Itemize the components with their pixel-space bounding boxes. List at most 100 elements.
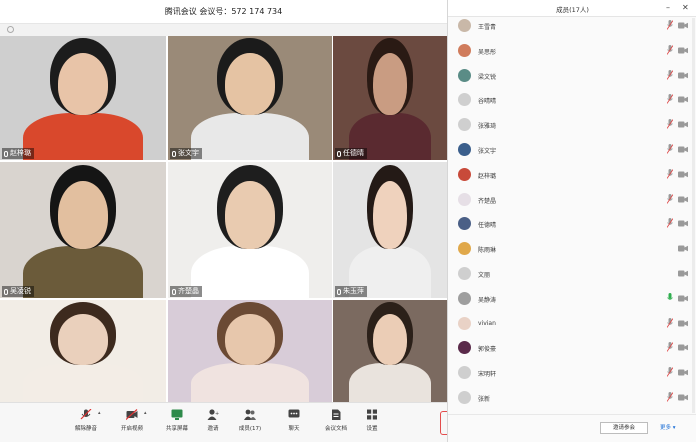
mic-muted-icon[interactable]: [667, 143, 673, 154]
invite-button[interactable]: 邀请参会: [600, 422, 648, 434]
more-button[interactable]: 更多 ▾: [660, 423, 676, 431]
video-tile[interactable]: 吴凌锐: [0, 162, 166, 298]
document-icon: [332, 409, 341, 420]
camera-off-icon[interactable]: [678, 121, 688, 128]
app-window: 腾讯会议 会议号：572 174 734 赵梓璐 张文宇 任德晴 吴凌锐 齐楚晶 朱玉萍 …: [0, 0, 696, 442]
mic-muted-icon[interactable]: [667, 94, 673, 105]
toolbar-button[interactable]: 会议文档: [318, 409, 354, 439]
participant-video-face: [225, 314, 275, 366]
video-name-tag: 任德晴: [335, 148, 367, 159]
mic-muted-icon[interactable]: [667, 168, 673, 179]
video-tile[interactable]: 任德晴: [333, 36, 447, 160]
avatar: [458, 390, 471, 404]
camera-off-icon[interactable]: [678, 72, 688, 79]
video-participant-name: 张文宇: [178, 149, 199, 157]
toolbar-button[interactable]: 成员(17): [232, 409, 268, 439]
toolbar-button-label: 成员(17): [238, 426, 262, 432]
share-screen-icon: [171, 409, 183, 420]
camera-off-icon[interactable]: [678, 320, 688, 327]
camera-off-icon[interactable]: [678, 270, 688, 277]
caret-up-icon[interactable]: ▴: [98, 410, 101, 416]
participant-row[interactable]: 张雅琦: [448, 113, 696, 138]
camera-off-icon[interactable]: [678, 295, 688, 302]
minimize-icon[interactable]: –: [666, 2, 670, 14]
mic-muted-icon[interactable]: [667, 44, 673, 55]
avatar: [458, 93, 471, 107]
participant-name: 郭俊豪: [478, 346, 497, 354]
toolbar-button[interactable]: 设置: [354, 409, 390, 439]
participant-row[interactable]: 吴思彤: [448, 39, 696, 64]
camera-off-icon[interactable]: [678, 171, 688, 178]
camera-off-icon[interactable]: [678, 369, 688, 376]
avatar: [458, 316, 471, 330]
video-name-tag: 赵梓璐: [2, 148, 34, 159]
scrollbar[interactable]: [692, 18, 695, 413]
avatar: [458, 266, 471, 280]
participant-row[interactable]: 郭俊豪: [448, 336, 696, 361]
video-participant-name: 赵梓璐: [10, 149, 31, 157]
avatar: [458, 167, 471, 181]
mic-icon: [337, 288, 341, 295]
camera-off-icon[interactable]: [678, 394, 688, 401]
video-tile[interactable]: 赵梓璐: [0, 36, 166, 160]
caret-up-icon[interactable]: ▴: [144, 410, 147, 416]
mic-muted-icon[interactable]: [667, 20, 673, 30]
participant-row[interactable]: 谷晴晴: [448, 88, 696, 113]
participant-row[interactable]: 任德晴: [448, 212, 696, 237]
video-tile[interactable]: 朱玉萍: [333, 162, 447, 298]
participant-row[interactable]: 齐楚晶: [448, 188, 696, 213]
participant-video-face: [372, 53, 408, 116]
participant-row[interactable]: 赵梓璐: [448, 163, 696, 188]
meeting-info-icon[interactable]: [7, 26, 14, 33]
participant-name: 王雪青: [478, 24, 497, 31]
video-tile[interactable]: 张文宇: [168, 36, 332, 160]
camera-off-icon[interactable]: [678, 245, 688, 252]
video-tile[interactable]: 齐楚晶: [168, 162, 332, 298]
mic-muted-icon[interactable]: [667, 218, 673, 229]
meeting-toolbar: 解除静音 ▴ 开启视频 ▴ 共享屏幕 + 邀请 成员(17) 聊天 会议文档 设置: [0, 402, 454, 442]
participant-row[interactable]: 宋明轩: [448, 361, 696, 386]
mic-muted-icon[interactable]: [667, 367, 673, 377]
camera-off-icon[interactable]: [678, 22, 688, 29]
mic-muted-icon[interactable]: [667, 342, 673, 353]
video-participant-name: 齐楚晶: [178, 287, 199, 295]
toolbar-button[interactable]: 聊天: [276, 409, 312, 439]
camera-off-icon[interactable]: [678, 146, 688, 153]
participant-name: 张雅琦: [478, 123, 497, 131]
video-grid: 赵梓璐 张文宇 任德晴吴凌锐 齐楚晶 朱玉萍: [0, 36, 447, 402]
participant-row[interactable]: 张文宇: [448, 138, 696, 163]
participant-row[interactable]: 梁文锐: [448, 64, 696, 89]
avatar: [458, 19, 471, 32]
mic-muted-icon[interactable]: [667, 193, 673, 204]
camera-off-icon[interactable]: [678, 47, 688, 54]
toolbar-button[interactable]: 共享屏幕: [159, 409, 195, 439]
mic-muted-icon[interactable]: [667, 317, 673, 328]
panel-title: 成员(17人): [556, 6, 589, 14]
participant-row[interactable]: vivian: [448, 312, 696, 337]
participant-video-body: [23, 112, 143, 160]
participant-row[interactable]: 王雪青: [448, 14, 696, 39]
camera-off-icon[interactable]: [678, 96, 688, 103]
video-tile[interactable]: [333, 300, 447, 402]
video-tile[interactable]: [0, 300, 166, 402]
mic-icon: [337, 150, 341, 157]
avatar: [458, 242, 471, 256]
camera-off-icon[interactable]: [678, 220, 688, 227]
participant-row[interactable]: 文丽: [448, 262, 696, 287]
close-icon[interactable]: ✕: [682, 2, 689, 14]
camera-off-icon[interactable]: [678, 196, 688, 203]
mic-muted-icon: [80, 409, 92, 420]
toolbar-button[interactable]: + 邀请: [195, 409, 231, 439]
participant-row[interactable]: 吴静涛: [448, 287, 696, 312]
camera-off-icon[interactable]: [678, 344, 688, 351]
participant-name: 文丽: [478, 271, 491, 279]
mic-muted-icon[interactable]: [667, 391, 673, 402]
participant-row[interactable]: 陈雨琳: [448, 237, 696, 262]
participant-list: 王雪青吴思彤 梁文锐 谷晴晴张雅琦张文宇 赵梓璐 齐楚晶 任德晴 陈雨琳文丽吴静涛 vivia…: [448, 14, 696, 411]
participant-row[interactable]: 张新: [448, 386, 696, 411]
mic-muted-icon[interactable]: [667, 119, 673, 129]
video-tile[interactable]: [168, 300, 332, 402]
mic-muted-icon[interactable]: [667, 69, 673, 80]
toolbar-button-label: 邀请: [207, 426, 219, 432]
mic-active-icon[interactable]: [667, 292, 673, 303]
